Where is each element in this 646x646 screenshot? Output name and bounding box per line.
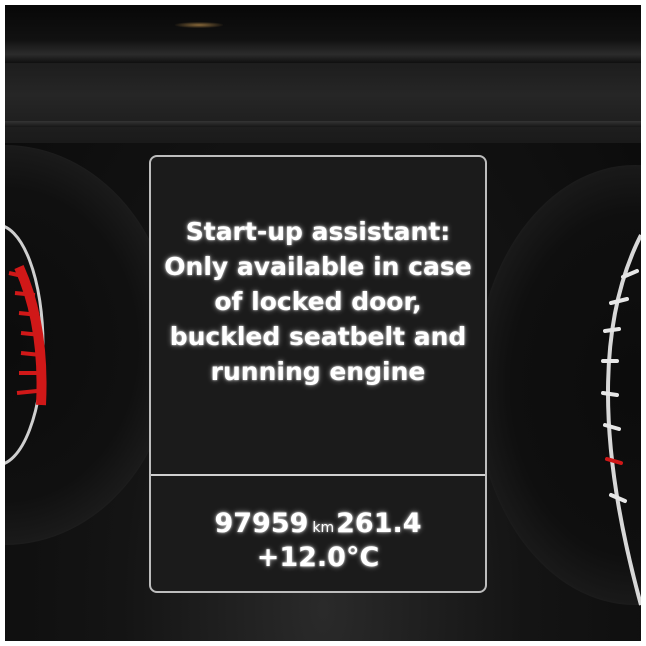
odometer-unit: km [312, 520, 335, 536]
message-area: Start-up assistant: Only available in ca… [151, 157, 485, 474]
odometer-row: 97959 km261.4 [151, 508, 485, 544]
speedometer-rim [606, 234, 641, 606]
warning-message: Start-up assistant: Only available in ca… [151, 214, 485, 389]
message-line: Start-up assistant: [185, 217, 451, 246]
message-line: of locked door, [214, 287, 422, 316]
message-line: buckled seatbelt and [169, 322, 467, 351]
trip-value: 261.4 [336, 508, 422, 539]
speed-red-tick [605, 457, 623, 465]
status-bar: 97959 km261.4 +12.0°C [151, 476, 485, 591]
driver-info-display: Start-up assistant: Only available in ca… [149, 155, 487, 593]
message-line: running engine [210, 357, 426, 386]
message-line: Only available in case [164, 252, 472, 281]
outside-temperature: +12.0°C [256, 542, 380, 573]
odometer-value: 97959 [214, 508, 309, 539]
